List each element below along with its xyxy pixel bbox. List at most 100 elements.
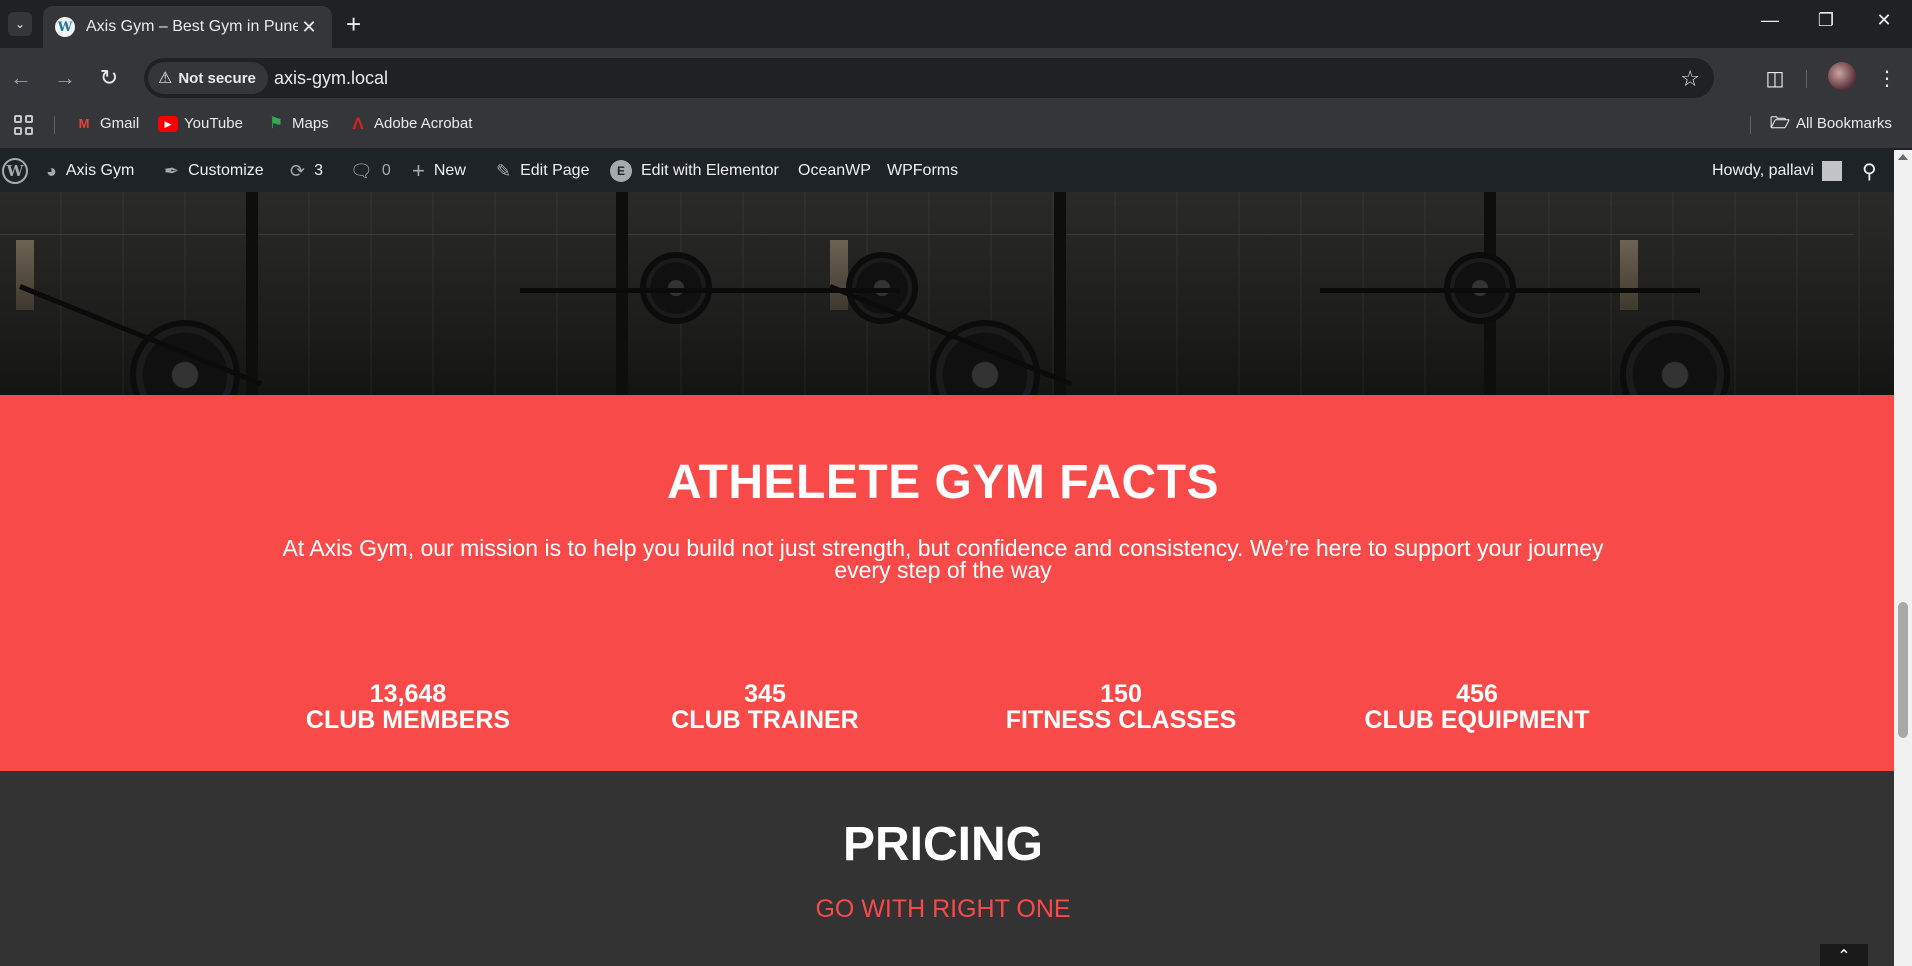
url-text[interactable]: axis-gym.local [274,58,388,98]
wp-admin-bar: W ◕ Axis Gym ✒ Customize ⟳ 3 🗨 0 + New ✎… [0,150,1912,192]
facts-heading: ATHELETE GYM FACTS [666,456,1220,509]
menu-icon[interactable]: ⋮ [1872,63,1902,93]
bookmark-acrobat[interactable]: Λ Adobe Acrobat [348,108,472,140]
stat-club-members: 13,648 CLUB MEMBERS [248,681,568,733]
comment-icon: 🗨 [350,160,373,181]
back-button[interactable]: ← [6,63,36,93]
stat-club-equipment: 456 CLUB EQUIPMENT [1317,681,1637,733]
hero-ceiling-line [0,234,1854,235]
browser-toolbar: ← → ↻ ⚠ Not secure axis-gym.local ☆ ◫ ⋮ [0,48,1912,108]
edit-page-link[interactable]: ✎ Edit Page [496,150,589,192]
facts-description: At Axis Gym, our mission is to help you … [282,535,1604,583]
pricing-subtitle: GO WITH RIGHT ONE [815,895,1071,923]
bookmark-label: Gmail [100,115,140,132]
stat-label: FITNESS CLASSES [1005,706,1237,734]
site-info-button[interactable]: ⚠ Not secure [148,62,268,94]
oceanwp-menu[interactable]: OceanWP [798,150,871,192]
forward-button[interactable]: → [50,63,80,93]
acrobat-icon: Λ [352,114,364,133]
bookmarks-bar: M Gmail ▶ YouTube ⚑ Maps Λ Adobe Acrobat… [0,108,1912,148]
security-label: Not secure [178,69,256,87]
scrollbar-thumb[interactable] [1898,602,1908,738]
new-tab-button[interactable]: + [346,11,361,37]
admin-search[interactable]: ⚲ [1862,150,1886,192]
edit-elementor-label: Edit with Elementor [641,162,779,179]
edit-page-label: Edit Page [520,162,590,179]
gym-facts-section: ATHELETE GYM FACTS At Axis Gym, our miss… [0,395,1894,771]
address-bar[interactable]: ⚠ Not secure axis-gym.local ☆ [144,58,1714,98]
edit-elementor-link[interactable]: E Edit with Elementor [610,150,779,192]
hero-window [1620,240,1638,310]
extensions-icon[interactable]: ◫ [1760,63,1790,93]
stat-label: CLUB TRAINER [671,706,859,734]
close-tab-icon[interactable]: ✕ [298,17,320,38]
site-name-label: Axis Gym [65,162,135,179]
stat-club-trainer: 345 CLUB TRAINER [605,681,925,733]
tab-strip: ⌄ W Axis Gym – Best Gym in Pune ✕ + — ❐ … [0,0,1912,48]
hero-pillar [616,192,628,395]
comments-count: 0 [381,162,391,179]
bookmark-maps[interactable]: ⚑ Maps [266,108,329,140]
user-avatar [1821,161,1842,181]
stat-number: 345 [744,680,786,708]
updates-link[interactable]: ⟳ 3 [290,150,323,192]
restore-button[interactable]: ❐ [1806,10,1846,31]
tab-search-button[interactable]: ⌄ [8,12,32,36]
search-icon: ⚲ [1862,160,1877,183]
updates-count: 3 [314,162,323,179]
bookmark-gmail[interactable]: M Gmail [74,108,140,140]
comments-link[interactable]: 🗨 0 [350,150,391,192]
scroll-to-top-button[interactable]: ⌃ [1820,944,1868,966]
customize-link[interactable]: ✒ Customize [164,150,264,192]
wpforms-menu[interactable]: WPForms [887,150,958,192]
site-name-menu[interactable]: ◕ Axis Gym [46,150,134,192]
dashboard-icon: ◕ [46,160,57,181]
barbell [1320,288,1700,293]
bookmark-label: YouTube [184,115,243,132]
apps-icon[interactable] [14,115,34,135]
youtube-icon: ▶ [158,116,178,132]
gym-hero-image [0,192,1894,430]
close-window-button[interactable]: ✕ [1864,10,1904,31]
wpforms-label: WPForms [887,162,959,179]
stat-label: CLUB MEMBERS [305,706,511,734]
wp-logo-menu[interactable]: W [2,150,28,192]
toolbar-divider [1806,70,1807,88]
scroll-up-arrow-icon[interactable] [1898,154,1908,160]
stat-label: CLUB EQUIPMENT [1364,706,1590,734]
stat-number: 150 [1100,680,1142,708]
customize-label: Customize [188,162,264,179]
bookmarks-divider [1750,116,1751,134]
my-account-menu[interactable]: Howdy, pallavi [1712,150,1842,192]
elementor-icon: E [610,160,632,182]
wordpress-logo-icon: W [2,158,28,184]
stat-number: 456 [1456,680,1498,708]
stat-fitness-classes: 150 FITNESS CLASSES [961,681,1281,733]
reload-button[interactable]: ↻ [94,63,124,93]
hero-window [830,240,848,310]
warning-icon: ⚠ [158,70,173,87]
oceanwp-label: OceanWP [798,162,871,179]
active-tab[interactable]: W Axis Gym – Best Gym in Pune ✕ [43,6,332,48]
page-scrollbar[interactable] [1894,150,1912,966]
bookmark-youtube[interactable]: ▶ YouTube [158,108,243,140]
wordpress-favicon-icon: W [55,17,75,37]
bookmarks-divider [54,116,55,134]
bookmark-star-icon[interactable]: ☆ [1680,66,1700,92]
profile-avatar[interactable] [1828,62,1856,90]
updates-icon: ⟳ [290,160,306,181]
paintbrush-icon: ✒ [164,160,180,181]
stat-number: 13,648 [369,680,447,708]
chevron-up-icon: ⌃ [1837,948,1851,965]
page-content: ATHELETE GYM FACTS At Axis Gym, our miss… [0,192,1894,966]
all-bookmarks-button[interactable]: 🗁 All Bookmarks [1770,108,1892,140]
bookmark-label: Adobe Acrobat [374,115,473,132]
new-label: New [433,162,466,179]
pricing-heading: PRICING [842,818,1043,871]
hero-pillar [1054,192,1066,395]
new-content-menu[interactable]: + New [412,150,466,192]
howdy-label: Howdy, pallavi [1712,162,1814,179]
tab-title: Axis Gym – Best Gym in Pune [86,18,298,35]
minimize-button[interactable]: — [1750,10,1790,31]
bookmark-label: Maps [292,115,329,132]
